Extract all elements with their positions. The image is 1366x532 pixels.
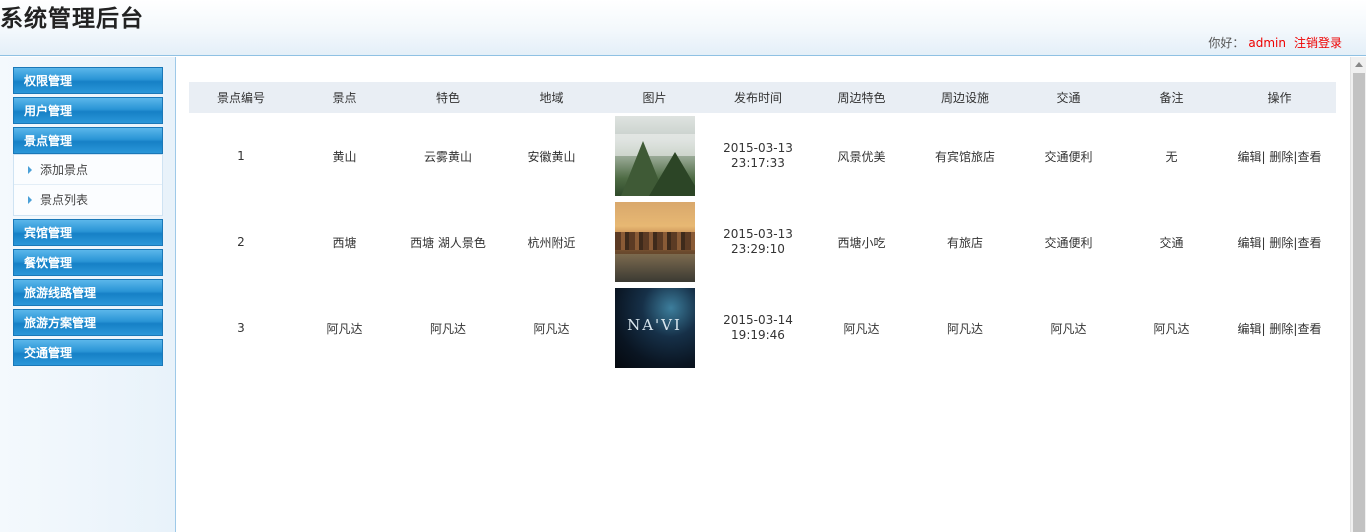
spot-thumbnail-navi-poster: NA'VI bbox=[614, 288, 695, 368]
spots-table: 景点编号 景点 特色 地域 图片 发布时间 周边特色 周边设施 交通 备注 操作… bbox=[189, 82, 1336, 371]
delete-link[interactable]: 删除 bbox=[1269, 236, 1293, 250]
menu-hotels[interactable]: 宾馆管理 bbox=[13, 219, 163, 246]
main-content: 景点编号 景点 特色 地域 图片 发布时间 周边特色 周边设施 交通 备注 操作… bbox=[177, 57, 1350, 532]
view-link[interactable]: 查看 bbox=[1297, 236, 1321, 250]
publish-clock: 23:29:10 bbox=[731, 242, 785, 256]
submenu-scenic-spots: 添加景点 景点列表 bbox=[13, 154, 163, 216]
cell-publish-time: 2015-03-13 23:29:10 bbox=[706, 199, 810, 285]
cell-feature: 西塘 湖人景色 bbox=[410, 235, 486, 250]
view-link[interactable]: 查看 bbox=[1297, 322, 1321, 336]
cell-feature: 阿凡达 bbox=[429, 321, 466, 336]
table-row: 1 黄山 云雾黄山 安徽黄山 2015-03-13 23:17:33 风景优美 有… bbox=[189, 113, 1336, 199]
menu-scenic-spots[interactable]: 景点管理 bbox=[13, 127, 163, 154]
spot-thumbnail-water-town bbox=[614, 202, 695, 282]
col-header-facility: 周边设施 bbox=[913, 82, 1017, 113]
col-header-date: 发布时间 bbox=[706, 82, 810, 113]
publish-date: 2015-03-13 bbox=[723, 141, 793, 155]
greeting: 你好： bbox=[1208, 36, 1245, 50]
scrollbar-thumb[interactable] bbox=[1353, 73, 1365, 532]
spot-thumbnail-mountain bbox=[614, 116, 695, 196]
user-bar: 你好： admin 注销登录 bbox=[1208, 34, 1342, 51]
col-header-traffic: 交通 bbox=[1017, 82, 1120, 113]
table-header-row: 景点编号 景点 特色 地域 图片 发布时间 周边特色 周边设施 交通 备注 操作 bbox=[189, 82, 1336, 113]
cell-region: 杭州附近 bbox=[527, 235, 576, 250]
menu-tour-routes[interactable]: 旅游线路管理 bbox=[13, 279, 163, 306]
logout-link[interactable]: 注销登录 bbox=[1294, 36, 1342, 50]
cell-publish-time: 2015-03-13 23:17:33 bbox=[706, 113, 810, 199]
col-header-region: 地域 bbox=[500, 82, 603, 113]
col-header-id: 景点编号 bbox=[189, 82, 293, 113]
col-header-feature: 特色 bbox=[396, 82, 500, 113]
menu-users[interactable]: 用户管理 bbox=[13, 97, 163, 124]
cell-id: 3 bbox=[237, 321, 245, 335]
submenu-item-label: 添加景点 bbox=[40, 163, 89, 177]
cell-id: 1 bbox=[237, 149, 245, 163]
cell-traffic: 交通便利 bbox=[1044, 235, 1093, 250]
table-row: 2 西塘 西塘 湖人景色 杭州附近 2015-03-13 23:29:10 西塘小… bbox=[189, 199, 1336, 285]
col-header-remark: 备注 bbox=[1120, 82, 1223, 113]
submenu-item-add-spot[interactable]: 添加景点 bbox=[14, 155, 162, 185]
site-title: 系统管理后台 bbox=[0, 6, 144, 32]
cell-region: 安徽黄山 bbox=[527, 149, 576, 164]
header: 系统管理后台 你好： admin 注销登录 bbox=[0, 0, 1366, 56]
publish-clock: 23:17:33 bbox=[731, 156, 785, 170]
edit-link[interactable]: 编辑 bbox=[1238, 150, 1262, 164]
col-header-nearby-feature: 周边特色 bbox=[810, 82, 913, 113]
arrow-right-icon bbox=[28, 195, 32, 204]
cell-traffic: 交通便利 bbox=[1044, 149, 1093, 164]
publish-date: 2015-03-13 bbox=[723, 227, 793, 241]
cell-actions: 编辑| 删除|查看 bbox=[1237, 149, 1322, 164]
sidebar: 权限管理 用户管理 景点管理 添加景点 景点列表 宾馆管理 餐饮管理 旅游线路管… bbox=[0, 57, 176, 532]
cell-facility: 阿凡达 bbox=[946, 321, 983, 336]
cell-image bbox=[603, 199, 706, 285]
cell-image bbox=[603, 113, 706, 199]
menu-tour-plans[interactable]: 旅游方案管理 bbox=[13, 309, 163, 336]
cell-nearby-feature: 阿凡达 bbox=[843, 321, 880, 336]
cell-publish-time: 2015-03-14 19:19:46 bbox=[706, 285, 810, 371]
cell-remark: 无 bbox=[1165, 149, 1178, 164]
cell-name: 黄山 bbox=[332, 149, 357, 164]
cell-traffic: 阿凡达 bbox=[1050, 321, 1087, 336]
submenu-item-spot-list[interactable]: 景点列表 bbox=[14, 185, 162, 215]
cell-feature: 云雾黄山 bbox=[423, 149, 472, 164]
col-header-image: 图片 bbox=[603, 82, 706, 113]
poster-title: NA'VI bbox=[627, 316, 682, 334]
username: admin bbox=[1248, 36, 1286, 50]
table-row: 3 阿凡达 阿凡达 阿凡达 NA'VI 2015-03-14 19:19:46 阿… bbox=[189, 285, 1336, 371]
cell-name: 西塘 bbox=[332, 235, 357, 250]
cell-remark: 交通 bbox=[1159, 235, 1184, 250]
scroll-up-arrow-icon[interactable] bbox=[1355, 62, 1363, 67]
cell-nearby-feature: 风景优美 bbox=[837, 149, 886, 164]
delete-link[interactable]: 删除 bbox=[1269, 150, 1293, 164]
cell-nearby-feature: 西塘小吃 bbox=[837, 235, 886, 250]
menu-transport[interactable]: 交通管理 bbox=[13, 339, 163, 366]
cell-actions: 编辑| 删除|查看 bbox=[1237, 321, 1322, 336]
cell-remark: 阿凡达 bbox=[1153, 321, 1190, 336]
sidebar-menu: 权限管理 用户管理 景点管理 添加景点 景点列表 宾馆管理 餐饮管理 旅游线路管… bbox=[13, 67, 163, 369]
arrow-right-icon bbox=[28, 165, 32, 174]
edit-link[interactable]: 编辑 bbox=[1238, 236, 1262, 250]
cell-actions: 编辑| 删除|查看 bbox=[1237, 235, 1322, 250]
submenu-item-label: 景点列表 bbox=[40, 193, 89, 207]
cell-name: 阿凡达 bbox=[326, 321, 363, 336]
publish-clock: 19:19:46 bbox=[731, 328, 785, 342]
cell-image: NA'VI bbox=[603, 285, 706, 371]
edit-link[interactable]: 编辑 bbox=[1238, 322, 1262, 336]
menu-dining[interactable]: 餐饮管理 bbox=[13, 249, 163, 276]
publish-date: 2015-03-14 bbox=[723, 313, 793, 327]
cell-facility: 有宾馆旅店 bbox=[934, 149, 995, 164]
view-link[interactable]: 查看 bbox=[1297, 150, 1321, 164]
col-header-name: 景点 bbox=[293, 82, 396, 113]
vertical-scrollbar[interactable] bbox=[1350, 57, 1366, 532]
delete-link[interactable]: 删除 bbox=[1269, 322, 1293, 336]
col-header-actions: 操作 bbox=[1223, 82, 1336, 113]
cell-facility: 有旅店 bbox=[946, 235, 983, 250]
menu-permissions[interactable]: 权限管理 bbox=[13, 67, 163, 94]
cell-region: 阿凡达 bbox=[533, 321, 570, 336]
cell-id: 2 bbox=[237, 235, 245, 249]
